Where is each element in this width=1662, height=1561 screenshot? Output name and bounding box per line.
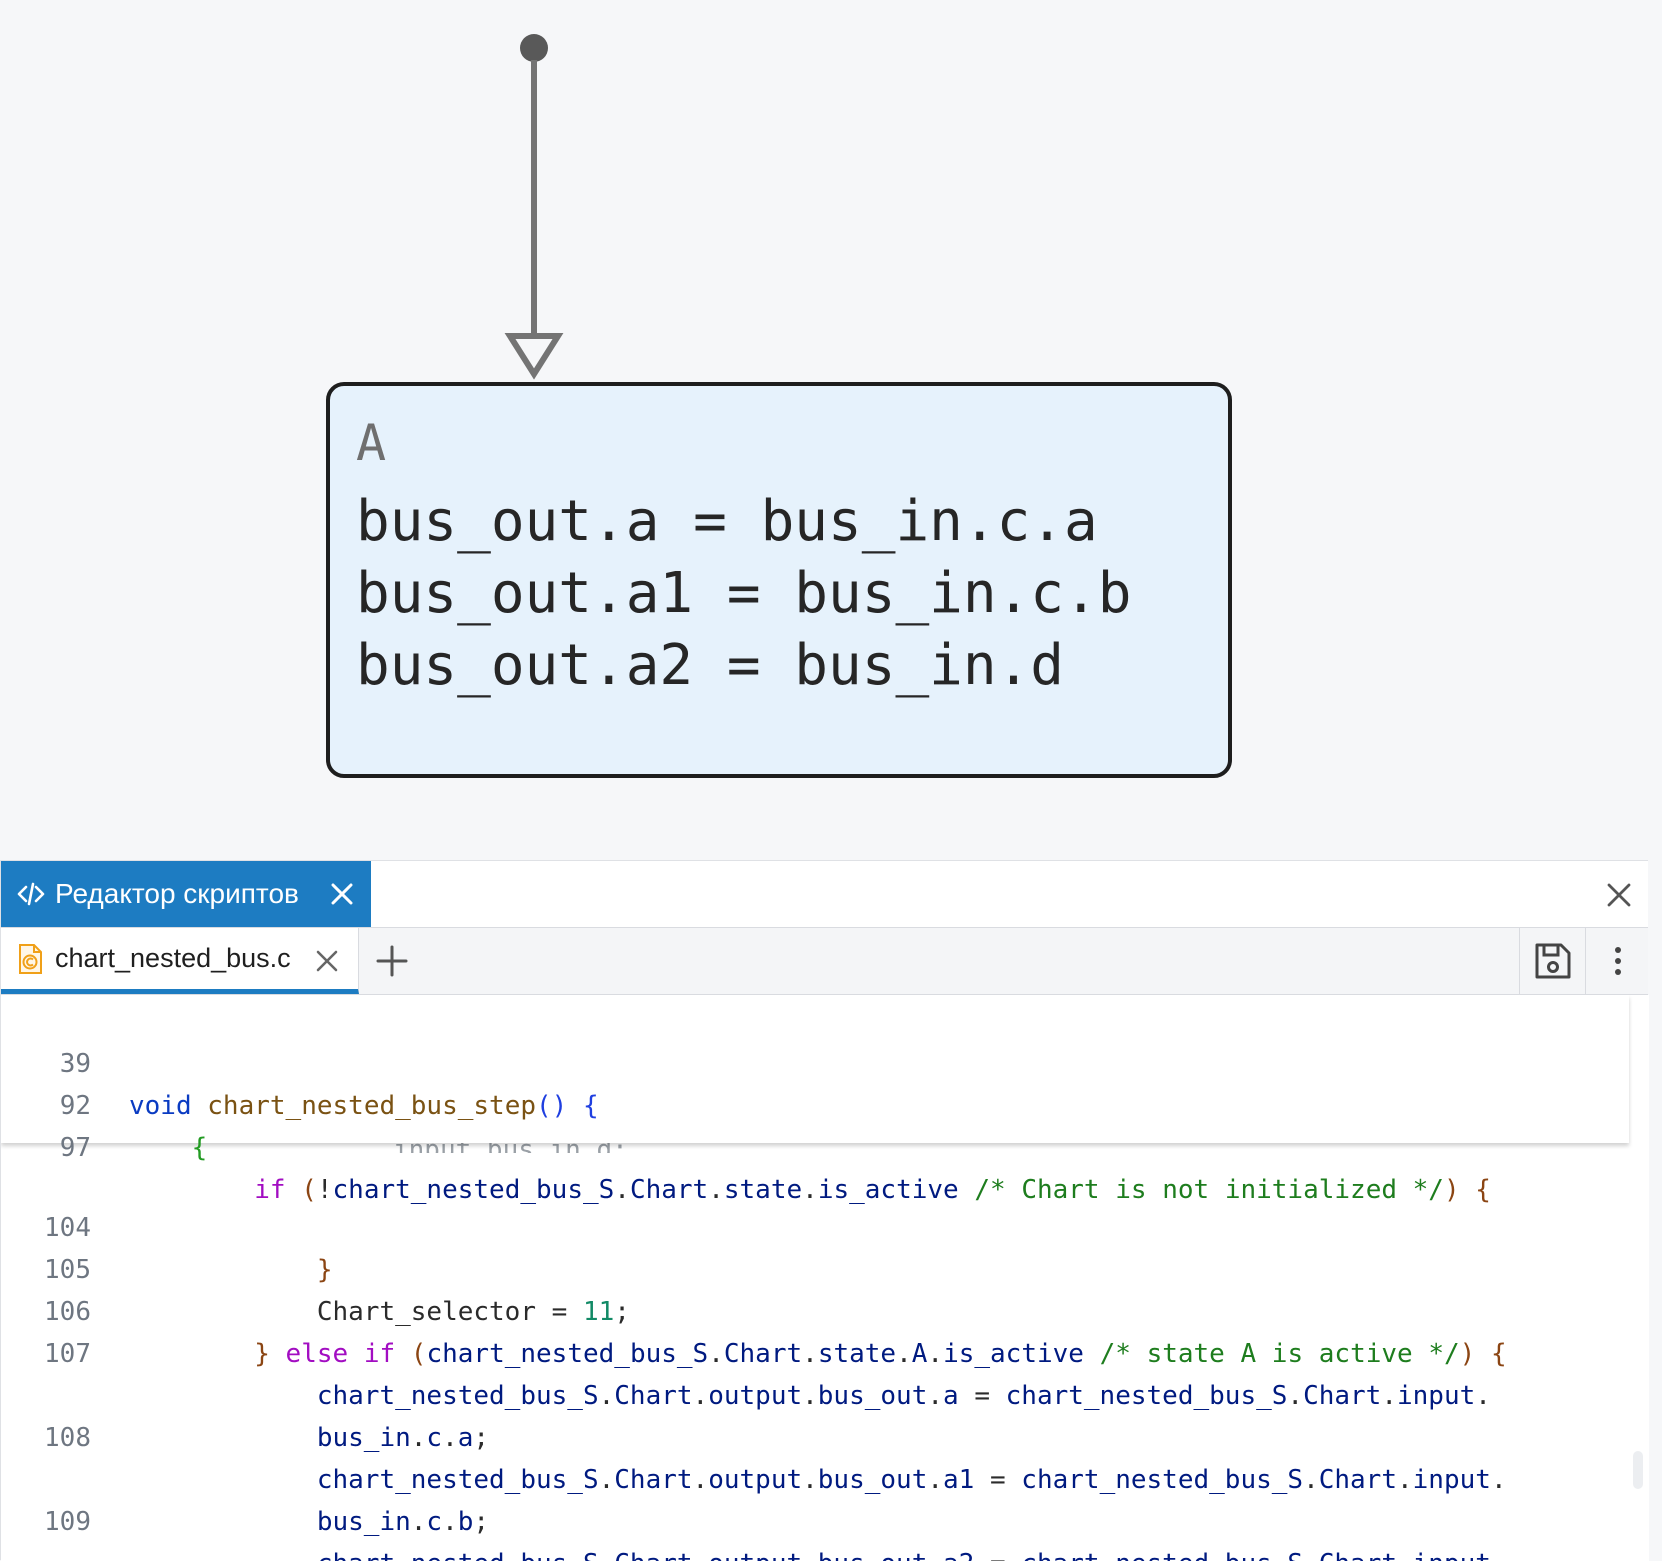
state-action: bus_out.a1 = bus_in.c.b: [356, 561, 1132, 626]
code-line: 97 if (!chart_nested_bus_S.Chart.state.i…: [1, 1085, 1649, 1205]
panel-title: Редактор скриптов: [55, 878, 299, 909]
state-name[interactable]: A: [356, 414, 386, 472]
code-text: {: [191, 1133, 208, 1163]
diagram-canvas[interactable]: A bus_out.a = bus_in.c.a bus_out.a1 = bu…: [0, 0, 1662, 860]
file-tab[interactable]: chart_nested_bus.c: [1, 928, 359, 994]
code-text: chart_nested_bus_S.Chart.output.bus_out.…: [129, 1543, 1507, 1561]
default-transition-arrowhead: [504, 333, 564, 380]
tab-script-editor[interactable]: Редактор скриптов: [1, 861, 371, 927]
code-line: 108 chart_nested_bus_S.Chart.output.bus_…: [1, 1375, 1649, 1495]
state-action: bus_out.a = bus_in.c.a: [356, 489, 1098, 554]
close-icon[interactable]: [1605, 881, 1633, 909]
file-tab-label: chart_nested_bus.c: [55, 943, 291, 973]
more-options-button[interactable]: [1585, 928, 1650, 994]
close-icon[interactable]: [313, 947, 341, 975]
code-line-wrapped: bus_in.c.a;: [1, 1333, 1649, 1453]
plus-icon[interactable]: [375, 944, 409, 978]
code-line: 92 {: [1, 1043, 1649, 1163]
code-line: 107 chart_nested_bus_S.Chart.output.bus_…: [1, 1291, 1649, 1411]
c-file-icon: [19, 943, 42, 974]
code-line: 106 } else if (chart_nested_bus_S.Chart.…: [1, 1249, 1649, 1369]
state-actions[interactable]: bus_out.a = bus_in.c.a bus_out.a1 = bus_…: [356, 486, 1131, 702]
close-icon[interactable]: [327, 879, 357, 909]
code-line-wrapped: bus_in.c.b;: [1, 1417, 1649, 1537]
code-line: 105 Chart_selector = 11;: [1, 1207, 1649, 1327]
code-line: 39 void chart_nested_bus_step() {: [1, 1001, 1649, 1121]
scrollbar-thumb[interactable]: [1633, 1451, 1643, 1489]
file-tabs-bar: chart_nested_bus.c: [1, 928, 1648, 995]
code-line-wrapped: bus_in.d;: [1, 1501, 1649, 1543]
line-number: 97: [59, 1133, 91, 1163]
initial-state-dot[interactable]: [520, 34, 548, 62]
save-icon: [1535, 943, 1571, 979]
code-text: if (!chart_nested_bus_S.Chart.state.is_a…: [254, 1175, 1491, 1205]
state-a-box[interactable]: A bus_out.a = bus_in.c.a bus_out.a1 = bu…: [326, 382, 1232, 778]
script-editor-panel: Редактор скриптов chart_nested_bus.c 39 …: [0, 860, 1649, 1561]
more-vertical-icon: [1615, 947, 1621, 975]
state-action: bus_out.a2 = bus_in.d: [356, 633, 1065, 698]
sticky-scroll-header[interactable]: 39 void chart_nested_bus_step() { 92 { 9…: [1, 995, 1629, 1205]
code-line: 109 chart_nested_bus_S.Chart.output.bus_…: [1, 1459, 1649, 1561]
save-button[interactable]: [1519, 928, 1586, 994]
code-editor[interactable]: 39 void chart_nested_bus_step() { 92 { 9…: [1, 995, 1649, 1561]
code-icon: [17, 882, 45, 906]
panel-header: Редактор скриптов: [1, 861, 1648, 928]
